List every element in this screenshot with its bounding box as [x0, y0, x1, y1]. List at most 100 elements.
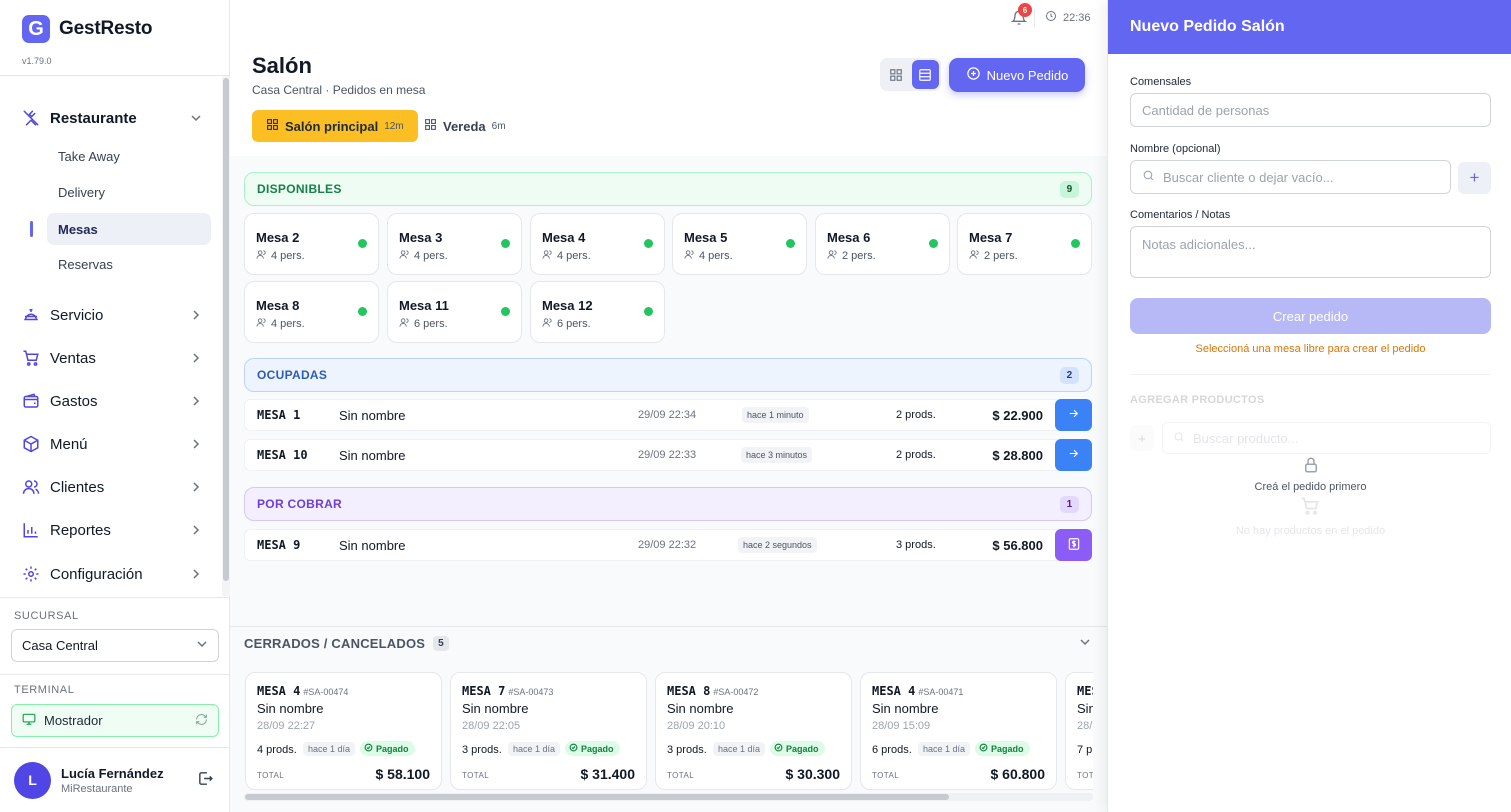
sidebar-subitem-mesas[interactable]: Mesas — [47, 213, 211, 245]
avatar[interactable]: L — [14, 761, 51, 799]
section-count: 9 — [1060, 180, 1079, 198]
closed-order-card[interactable]: MES Sin 28/ 7 p TOT — [1065, 672, 1093, 790]
terminal-select[interactable]: Mostrador — [11, 704, 219, 737]
logout-icon[interactable] — [197, 770, 214, 790]
order-table: MESA 9 — [257, 538, 301, 552]
users-icon — [399, 249, 410, 263]
scrollbar-thumb[interactable] — [245, 794, 949, 800]
order-products: 3 prods. — [896, 539, 936, 551]
closed-date: 28/09 22:05 — [462, 720, 521, 732]
table-name: Mesa 12 — [542, 298, 593, 313]
ticket-number: #SA-00472 — [713, 687, 759, 697]
add-customer-button[interactable]: + — [1458, 162, 1491, 194]
sidebar-item-restaurante[interactable]: Restaurante — [22, 103, 202, 133]
closed-date: 28/09 15:09 — [872, 720, 931, 732]
sidebar-item-servicio[interactable]: Servicio — [22, 300, 202, 330]
scrollbar-thumb[interactable] — [223, 78, 229, 581]
monitor-icon — [22, 712, 36, 729]
closed-orders-scrollbar[interactable] — [244, 793, 1093, 801]
panel-title: Nuevo Pedido Salón — [1108, 0, 1511, 54]
available-dot — [644, 307, 653, 316]
section-closed[interactable]: CERRADOS / CANCELADOS 5 — [230, 626, 1107, 660]
order-date: 29/09 22:33 — [638, 449, 697, 461]
zone-tab-salon-principal[interactable]: Salón principal 12m — [252, 110, 418, 142]
collect-payment-button[interactable] — [1055, 529, 1092, 561]
open-order-button[interactable] — [1055, 439, 1092, 471]
sidebar-item-label: Gastos — [50, 392, 98, 410]
order-row[interactable]: MESA 9 Sin nombre 29/09 22:32 hace 2 seg… — [244, 529, 1092, 561]
order-row[interactable]: MESA 1 Sin nombre 29/09 22:34 hace 1 min… — [244, 399, 1092, 431]
grid-view-button[interactable] — [882, 60, 910, 89]
divider — [0, 674, 230, 675]
notes-textarea[interactable]: Notas adicionales... — [1130, 226, 1491, 278]
divider — [1130, 374, 1491, 375]
chevron-right-icon — [190, 568, 202, 580]
wallet-icon — [22, 392, 40, 410]
table-card[interactable]: Mesa 3 4 pers. — [387, 213, 522, 275]
zone-duration: 12m — [384, 120, 404, 132]
new-order-button[interactable]: Nuevo Pedido — [949, 58, 1085, 92]
list-view-button[interactable] — [911, 60, 939, 89]
section-to-collect[interactable]: POR COBRAR 1 — [244, 487, 1092, 521]
closed-order-card[interactable]: MESA 8 #SA-00472 Sin nombre 28/09 20:10 3… — [655, 672, 852, 790]
branch-select[interactable]: Casa Central — [11, 629, 219, 662]
sidebar-subitem-delivery[interactable]: Delivery — [47, 176, 211, 208]
sidebar: G GestResto v1.79.0 Restaurante Take Awa… — [0, 0, 230, 812]
table-card[interactable]: Mesa 5 4 pers. — [672, 213, 807, 275]
chevron-right-icon — [190, 352, 202, 364]
closed-date: 28/ — [1077, 720, 1093, 732]
order-products: 2 prods. — [896, 449, 936, 461]
section-count: 2 — [1060, 366, 1079, 384]
sidebar-item-reportes[interactable]: Reportes — [22, 515, 202, 545]
order-row[interactable]: MESA 10 Sin nombre 29/09 22:33 hace 3 mi… — [244, 439, 1092, 471]
new-order-label: Nuevo Pedido — [986, 67, 1069, 83]
closed-order-card[interactable]: MESA 4 #SA-00471 Sin nombre 28/09 15:09 6… — [860, 672, 1057, 790]
terminal-label: TERMINAL — [14, 684, 75, 696]
sidebar-subitem-take-away[interactable]: Take Away — [47, 140, 211, 172]
sidebar-item-menu[interactable]: Menú — [22, 429, 202, 459]
sidebar-scrollbar[interactable] — [222, 76, 230, 596]
order-date: 29/09 22:34 — [638, 409, 697, 421]
sidebar-item-clientes[interactable]: Clientes — [22, 472, 202, 502]
closed-products: 7 p — [1077, 744, 1093, 756]
status-badge: Pagado — [565, 741, 620, 756]
order-ago: hace 3 minutos — [741, 447, 813, 463]
table-capacity: 4 pers. — [399, 249, 448, 263]
empty-products-text: No hay productos en el pedido — [1235, 525, 1386, 537]
open-order-button[interactable] — [1055, 399, 1092, 431]
table-card[interactable]: Mesa 11 6 pers. — [387, 281, 522, 343]
total-label: TOTAL — [872, 771, 900, 780]
create-order-button[interactable]: Crear pedido — [1130, 298, 1491, 334]
section-available[interactable]: DISPONIBLES 9 — [244, 172, 1092, 206]
table-card[interactable]: Mesa 2 4 pers. — [244, 213, 379, 275]
closed-order-card[interactable]: MESA 7 #SA-00473 Sin nombre 28/09 22:05 3… — [450, 672, 647, 790]
ticket-number: #SA-00471 — [918, 687, 964, 697]
chevron-down-icon[interactable] — [1079, 636, 1091, 651]
diners-placeholder: Cantidad de personas — [1142, 102, 1270, 118]
table-card[interactable]: Mesa 8 4 pers. — [244, 281, 379, 343]
table-card[interactable]: Mesa 12 6 pers. — [530, 281, 665, 343]
closed-total: $ 30.300 — [785, 766, 841, 782]
section-occupied[interactable]: OCUPADAS 2 — [244, 358, 1092, 392]
sidebar-item-configuracion[interactable]: Configuración — [22, 559, 202, 589]
brand[interactable]: G GestResto — [22, 15, 152, 43]
customer-search-input[interactable]: Buscar cliente o dejar vacío... — [1130, 160, 1451, 194]
refresh-icon[interactable] — [195, 713, 208, 729]
closed-order-card[interactable]: MESA 4 #SA-00474 Sin nombre 28/09 22:27 4… — [245, 672, 442, 790]
zone-tab-vereda[interactable]: Vereda 6m — [410, 110, 520, 142]
locked-notice: Creá el pedido primero — [1130, 455, 1491, 493]
table-card[interactable]: Mesa 4 4 pers. — [530, 213, 665, 275]
sidebar-item-gastos[interactable]: Gastos — [22, 386, 202, 416]
sidebar-subitem-reservas[interactable]: Reservas — [47, 248, 211, 280]
arrow-right-icon — [1067, 407, 1080, 423]
table-people: 4 pers. — [271, 318, 305, 330]
table-card[interactable]: Mesa 6 2 pers. — [815, 213, 950, 275]
table-card[interactable]: Mesa 7 2 pers. — [957, 213, 1092, 275]
chevron-right-icon — [190, 309, 202, 321]
closed-ago: hace 1 día — [303, 742, 356, 756]
closed-name: Sin nombre — [462, 701, 529, 716]
diners-input[interactable]: Cantidad de personas — [1130, 93, 1491, 127]
sidebar-item-ventas[interactable]: Ventas — [22, 343, 202, 373]
zone-label: Salón principal — [285, 118, 379, 134]
divider — [1034, 9, 1035, 27]
